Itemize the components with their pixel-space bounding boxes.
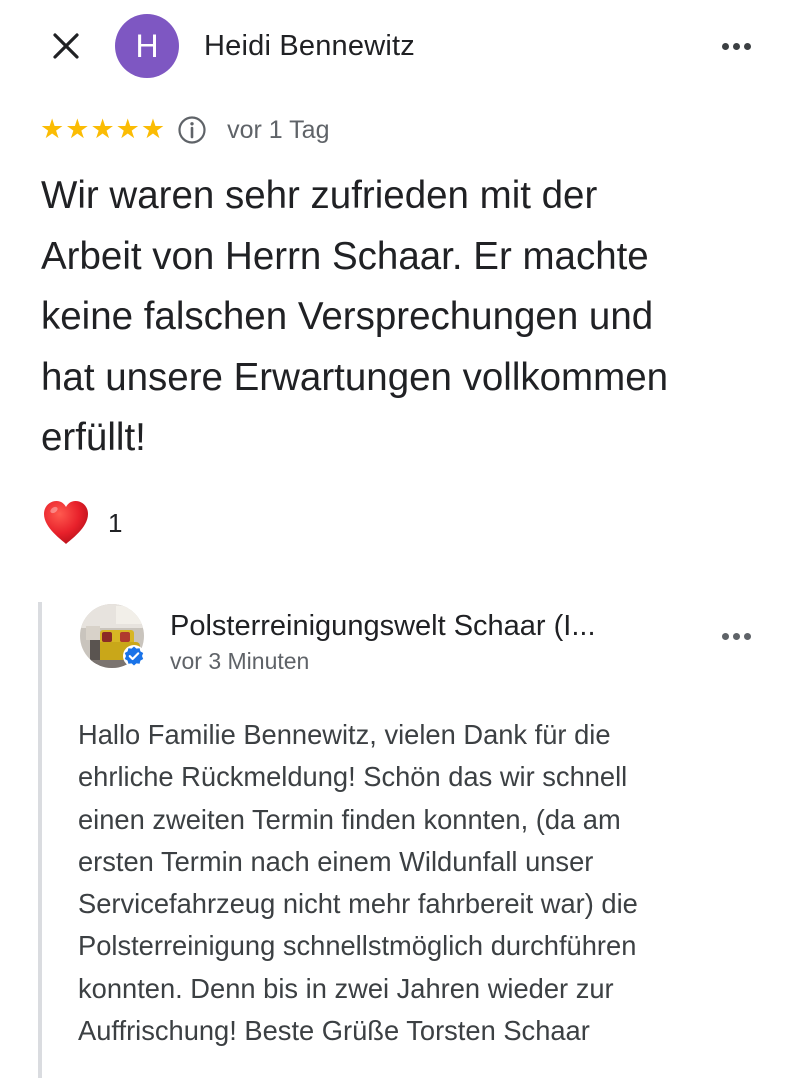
star-icon: ★	[140, 114, 166, 145]
review-time: vor 1 Tag	[227, 116, 330, 144]
rating-row: ★ ★ ★ ★ ★ vor 1 Tag	[40, 112, 329, 148]
more-horizontal-icon	[721, 632, 751, 640]
owner-reply: Polsterreinigungswelt Schaar (I... vor 3…	[38, 602, 782, 1078]
reviewer-avatar[interactable]: H	[115, 14, 179, 78]
close-button[interactable]	[44, 26, 88, 66]
owner-reply-text: Hallo Familie Bennewitz, vielen Dank für…	[78, 719, 638, 1047]
more-horizontal-icon	[721, 42, 751, 50]
owner-reply-time: vor 3 Minuten	[170, 648, 310, 674]
owner-more-options-button[interactable]	[716, 618, 756, 654]
review-header: H Heidi Bennewitz	[0, 0, 800, 95]
star-icon: ★	[115, 114, 140, 145]
star-rating: ★ ★ ★ ★ ★	[40, 115, 165, 145]
star-icon: ★	[65, 114, 90, 145]
verified-badge-icon	[123, 645, 145, 667]
heart-icon	[44, 501, 88, 544]
more-options-button[interactable]	[712, 26, 760, 66]
star-icon: ★	[90, 114, 115, 145]
owner-name[interactable]: Polsterreinigungswelt Schaar (I...	[170, 608, 596, 644]
star-icon: ★	[40, 114, 65, 145]
review-text: Wir waren sehr zufrieden mit der Arbeit …	[41, 174, 669, 459]
owner-avatar[interactable]	[80, 604, 145, 668]
reviewer-name[interactable]: Heidi Bennewitz	[204, 28, 415, 64]
info-icon[interactable]	[177, 115, 207, 145]
close-icon	[53, 33, 79, 59]
reviewer-avatar-letter: H	[135, 27, 159, 64]
reaction-count: 1	[108, 507, 123, 538]
reaction-button[interactable]: 1	[42, 498, 122, 548]
